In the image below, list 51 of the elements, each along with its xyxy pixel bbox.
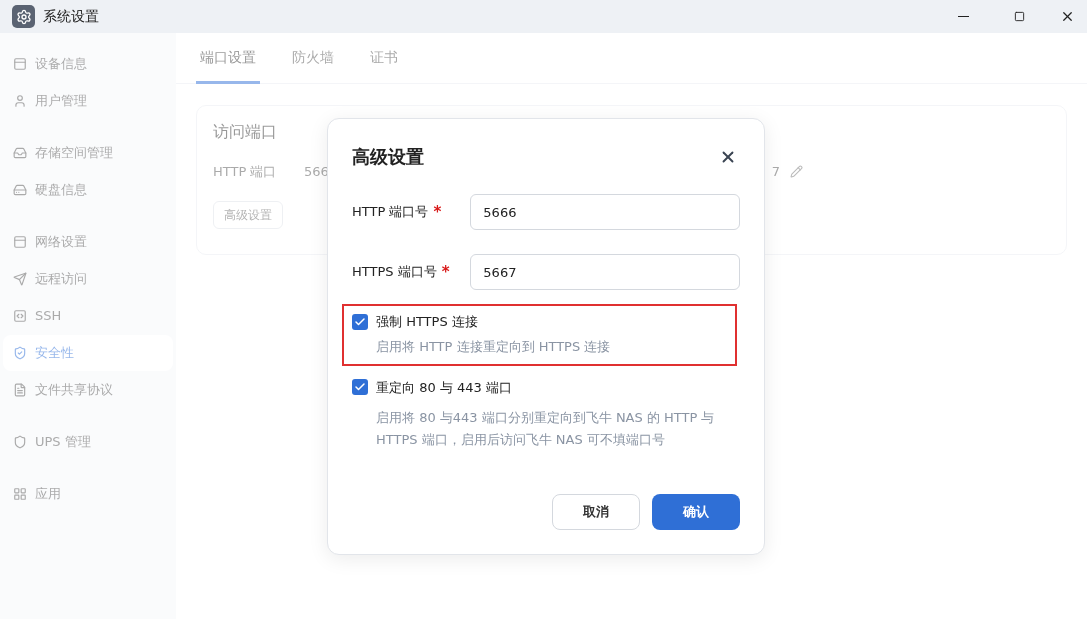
app-logo-icon [12,5,35,28]
sidebar-item[interactable]: 安全性 [3,335,173,371]
user-icon [13,94,27,108]
input-field[interactable]: 5666 [470,194,740,230]
field-label: HTTP 端口号 [352,203,429,222]
sidebar-item[interactable]: 文件共享协议 [3,372,173,408]
maximize-icon [1013,11,1025,22]
required-mark: * [433,201,442,223]
code-icon [13,309,27,323]
input-field[interactable]: 5667 [470,254,740,290]
option-label: 重定向 80 与 443 端口 [376,378,512,397]
document-icon [13,383,27,397]
shield-check-icon [13,346,27,360]
tab[interactable]: 证书 [366,33,402,84]
advanced-settings-button[interactable]: 高级设置 [213,200,283,229]
tray-icon [13,146,27,160]
option-description: 启用将 80 与443 端口分别重定向到飞牛 NAS 的 HTTP 与 HTTPS 端口，启用后访问飞牛 NAS 可不填端口号 [376,409,716,449]
cancel-button[interactable]: 取消 [552,494,640,530]
option-label: 强制 HTTPS 连接 [376,313,478,331]
field-value: 7 [771,163,781,181]
sidebar-item[interactable]: 设备信息 [3,46,173,82]
field-label: HTTP 端口 [213,163,278,181]
grid-icon [13,487,27,501]
edit-icon[interactable] [790,165,804,179]
option-description: 启用将 HTTP 连接重定向到 HTTPS 连接 [376,337,612,356]
window-title: 系统设置 [43,7,99,26]
field-value: 566 [304,163,329,181]
minimize-icon [957,15,969,18]
field-label: HTTPS 端口号 [352,263,437,282]
sidebar-item[interactable]: UPS 管理 [3,424,173,460]
sidebar-item[interactable]: 存储空间管理 [3,135,173,171]
sidebar-item[interactable]: 用户管理 [3,83,173,119]
confirm-button[interactable]: 确认 [652,494,740,530]
panel-icon [13,57,27,71]
required-mark: * [441,261,450,283]
panel-icon [13,235,27,249]
card-title: 访问端口 [213,121,278,143]
sidebar-item[interactable]: 应用 [3,476,173,512]
tab[interactable]: 端口设置 [196,33,260,84]
sidebar-item[interactable]: SSH [3,298,173,334]
paper-plane-icon [13,272,27,286]
drive-icon [13,183,27,197]
tab[interactable]: 防火墙 [288,33,338,84]
shield-icon [13,435,27,449]
sidebar-item[interactable]: 远程访问 [3,261,173,297]
sidebar-item[interactable]: 硬盘信息 [3,172,173,208]
checkbox[interactable] [352,379,368,396]
checkbox[interactable] [352,313,368,330]
check-icon [354,315,366,328]
dialog-title: 高级设置 [352,145,424,169]
sidebar-item[interactable]: 网络设置 [3,224,173,260]
